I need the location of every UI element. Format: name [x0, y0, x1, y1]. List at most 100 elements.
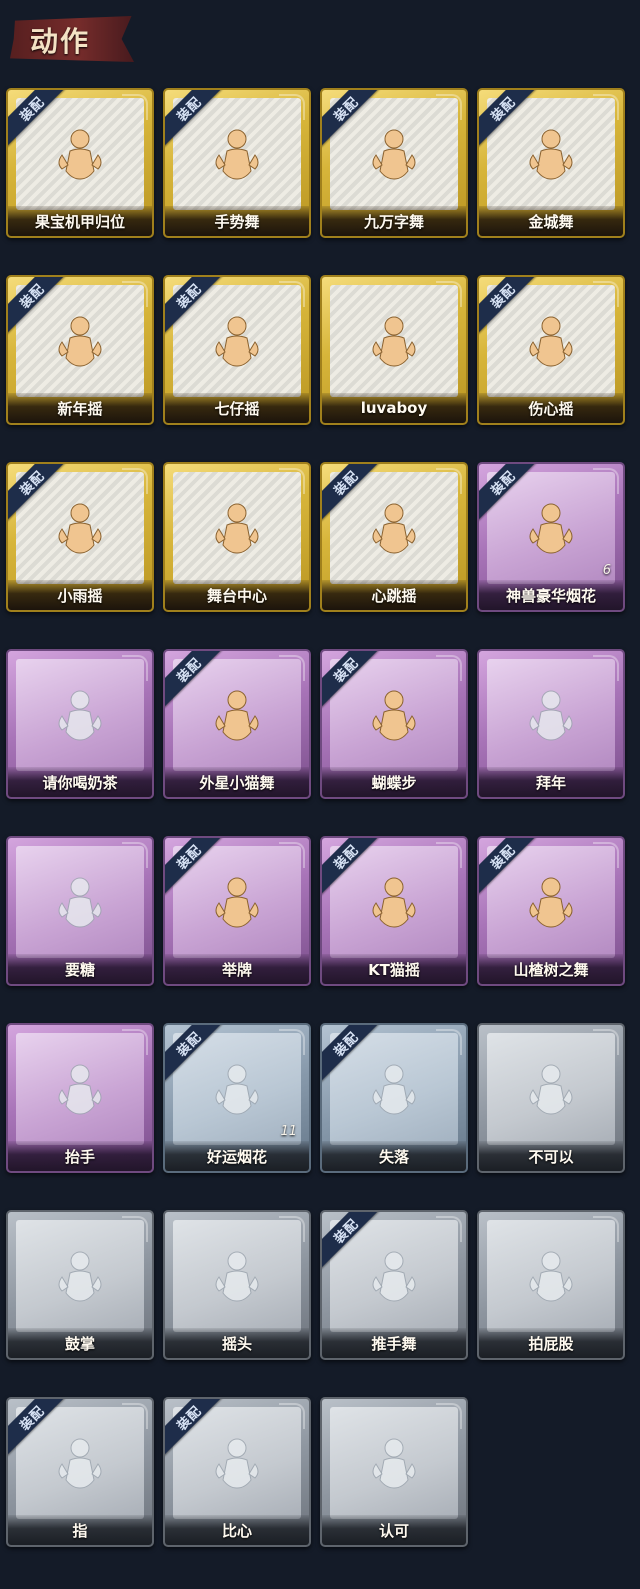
- dance-figure-icon: [362, 499, 426, 563]
- card-label-bar: 推手舞: [322, 1328, 466, 1358]
- dance-figure-icon: [48, 499, 112, 563]
- card-label-bar: 请你喝奶茶: [8, 767, 152, 797]
- card-label-bar: 要糖: [8, 954, 152, 984]
- corner-ornament: [122, 655, 148, 681]
- emote-card[interactable]: 装配 外星小猫舞: [163, 649, 311, 799]
- corner-ornament: [279, 1403, 305, 1429]
- finger-heart-icon: [205, 1434, 269, 1498]
- emote-name: 举牌: [221, 960, 252, 979]
- corner-ornament: [593, 281, 619, 307]
- heart-hands-figure-icon: [519, 312, 583, 376]
- emote-card[interactable]: 鼓掌: [6, 1210, 154, 1360]
- emote-card[interactable]: 装配 11 好运烟花: [163, 1023, 311, 1173]
- card-label-bar: 不可以: [479, 1141, 623, 1171]
- card-label-bar: 外星小猫舞: [165, 767, 309, 797]
- thumbs-up-icon: [362, 1434, 426, 1498]
- card-label-bar: 抬手: [8, 1141, 152, 1171]
- emote-card[interactable]: 装配 新年摇: [6, 275, 154, 425]
- emote-name: 要糖: [64, 960, 95, 979]
- emote-name: 请你喝奶茶: [42, 773, 118, 792]
- emote-card[interactable]: 拍屁股: [477, 1210, 625, 1360]
- corner-ornament: [279, 842, 305, 868]
- emote-name: 拜年: [535, 773, 566, 792]
- point-hand-icon: [48, 1434, 112, 1498]
- emote-card[interactable]: 装配 心跳摇: [320, 462, 468, 612]
- emote-card[interactable]: 装配 小雨摇: [6, 462, 154, 612]
- dance-figure-icon: [362, 873, 426, 937]
- sign-figure-icon: [48, 686, 112, 750]
- emote-card[interactable]: 舞台中心: [163, 462, 311, 612]
- emote-card[interactable]: 装配 失落: [320, 1023, 468, 1173]
- dance-figure-icon: [205, 499, 269, 563]
- emote-card[interactable]: 装配 6 神兽豪华烟花: [477, 462, 625, 612]
- emote-card[interactable]: 要糖: [6, 836, 154, 986]
- emote-card[interactable]: 请你喝奶茶: [6, 649, 154, 799]
- corner-ornament: [593, 842, 619, 868]
- card-label-bar: 手势舞: [165, 206, 309, 236]
- emote-name: 推手舞: [371, 1334, 417, 1353]
- card-label-bar: 鼓掌: [8, 1328, 152, 1358]
- emote-card[interactable]: 装配 九万字舞: [320, 88, 468, 238]
- card-label-bar: 指: [8, 1515, 152, 1545]
- header: 动作: [0, 0, 640, 80]
- emote-card[interactable]: 装配 KT猫摇: [320, 836, 468, 986]
- card-label-bar: 比心: [165, 1515, 309, 1545]
- dance-figure-icon: [362, 312, 426, 376]
- fireworks-icon: [519, 499, 583, 563]
- emote-card[interactable]: 认可: [320, 1397, 468, 1547]
- emote-card[interactable]: 抬手: [6, 1023, 154, 1173]
- card-label-bar: 蝴蝶步: [322, 767, 466, 797]
- emote-card[interactable]: 装配 果宝机甲归位: [6, 88, 154, 238]
- corner-ornament: [593, 1216, 619, 1242]
- bow-figure-icon: [519, 686, 583, 750]
- head-shake-figure-icon: [205, 1247, 269, 1311]
- corner-ornament: [279, 468, 305, 494]
- emote-card[interactable]: 装配 比心: [163, 1397, 311, 1547]
- emote-name: 蝴蝶步: [371, 773, 417, 792]
- push-hands-figure-icon: [362, 1247, 426, 1311]
- emote-name: 失落: [378, 1147, 409, 1166]
- emote-name: 伤心摇: [528, 399, 574, 418]
- emote-card[interactable]: 装配 推手舞: [320, 1210, 468, 1360]
- finger-wag-icon: [519, 1060, 583, 1124]
- corner-ornament: [436, 1403, 462, 1429]
- firework-can-icon: [205, 1060, 269, 1124]
- dance-figure-icon: [205, 686, 269, 750]
- emote-card[interactable]: 装配 蝴蝶步: [320, 649, 468, 799]
- emote-card[interactable]: 摇头: [163, 1210, 311, 1360]
- emote-card[interactable]: 装配 金城舞: [477, 88, 625, 238]
- emote-name: 新年摇: [57, 399, 103, 418]
- emote-name: 拍屁股: [528, 1334, 574, 1353]
- emote-card[interactable]: 装配 七仔摇: [163, 275, 311, 425]
- corner-ornament: [122, 842, 148, 868]
- page-title: 动作: [30, 25, 91, 58]
- dance-figure-icon: [519, 873, 583, 937]
- emote-name: 手势舞: [214, 212, 260, 231]
- corner-ornament: [593, 655, 619, 681]
- emote-card[interactable]: 装配指: [6, 1397, 154, 1547]
- card-label-bar: 拍屁股: [479, 1328, 623, 1358]
- emote-name: 七仔摇: [214, 399, 260, 418]
- reach-figure-icon: [48, 873, 112, 937]
- emote-name: KT猫摇: [368, 960, 420, 979]
- emote-card[interactable]: 装配 举牌: [163, 836, 311, 986]
- emote-name: 金城舞: [528, 212, 574, 231]
- emote-card[interactable]: 装配 伤心摇: [477, 275, 625, 425]
- emote-name: 好运烟花: [206, 1147, 267, 1166]
- card-label-bar: 认可: [322, 1515, 466, 1545]
- emote-card[interactable]: 不可以: [477, 1023, 625, 1173]
- emote-name: 神兽豪华烟花: [505, 586, 596, 605]
- card-label-bar: 举牌: [165, 954, 309, 984]
- emote-card[interactable]: 装配 手势舞: [163, 88, 311, 238]
- emote-card[interactable]: 装配 山楂树之舞: [477, 836, 625, 986]
- corner-ornament: [436, 842, 462, 868]
- corner-ornament: [436, 1216, 462, 1242]
- emote-name: 认可: [378, 1521, 409, 1540]
- card-label-bar: 拜年: [479, 767, 623, 797]
- corner-ornament: [436, 468, 462, 494]
- emote-card[interactable]: 拜年: [477, 649, 625, 799]
- card-label-bar: luvaboy: [322, 393, 466, 423]
- emote-card[interactable]: luvaboy: [320, 275, 468, 425]
- emote-name: 指: [72, 1521, 88, 1540]
- card-label-bar: 山楂树之舞: [479, 954, 623, 984]
